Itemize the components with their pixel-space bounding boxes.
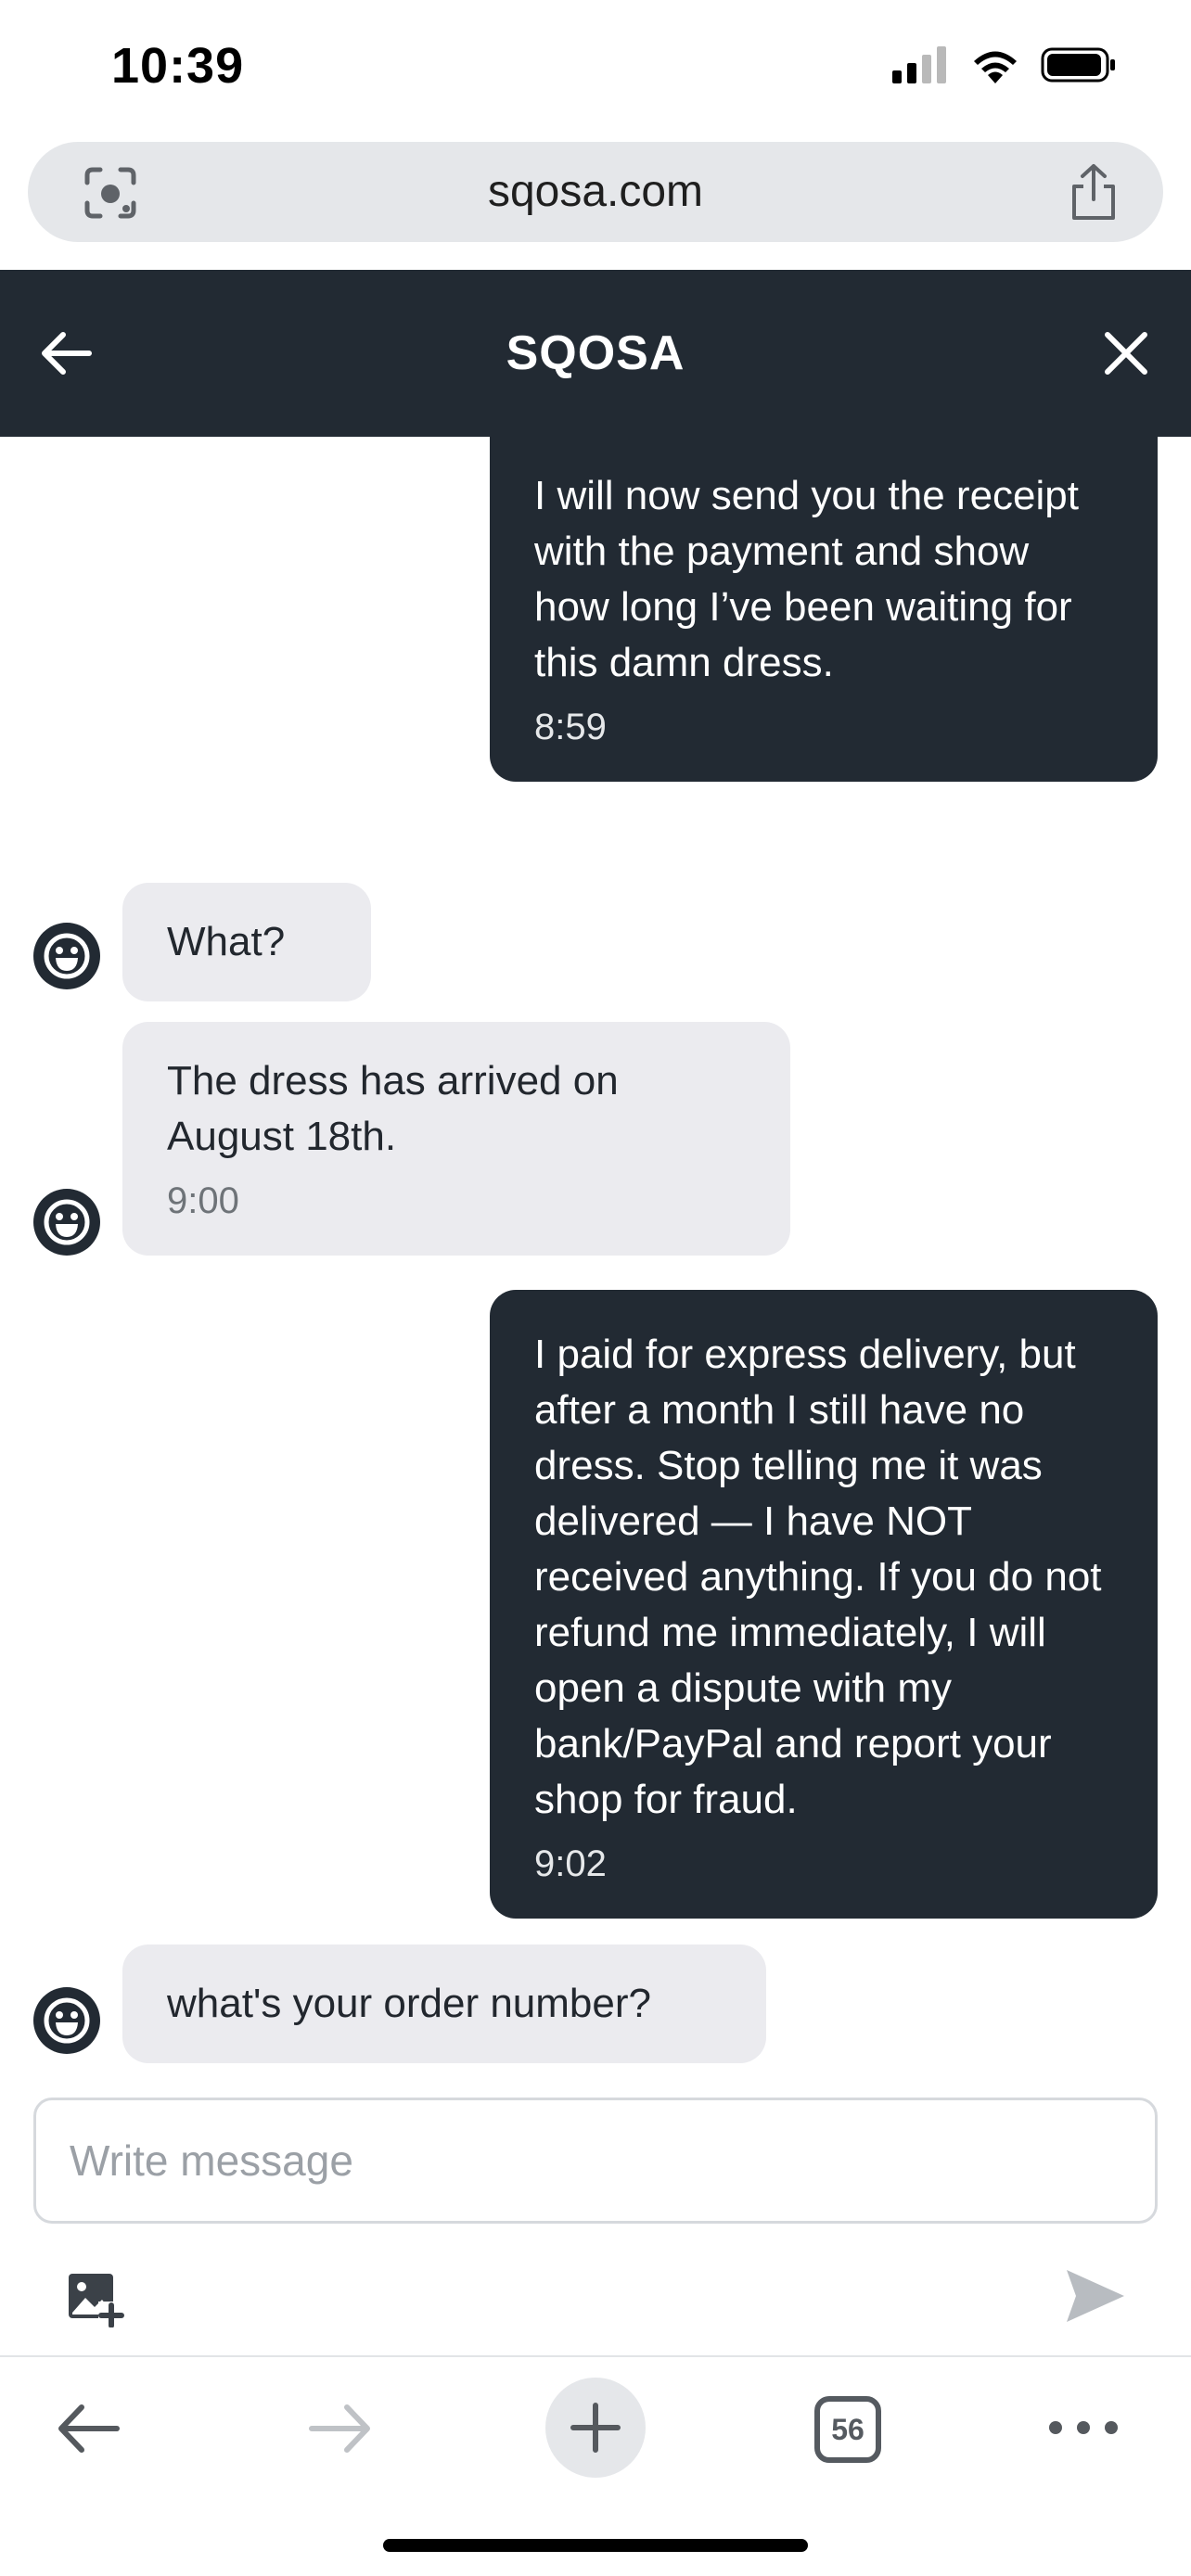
back-icon[interactable] (54, 2394, 122, 2463)
message-incoming: The dress has arrived on August 18th. 9:… (122, 1022, 790, 1256)
battery-icon (1041, 47, 1115, 83)
add-image-icon[interactable] (65, 2268, 124, 2327)
page-title: SQOSA (506, 326, 685, 380)
message-list: I will now send you the receipt with the… (0, 437, 1191, 2097)
smiley-avatar-icon (33, 1189, 100, 1256)
message-time: 9:00 (167, 1180, 239, 1221)
status-bar: 10:39 (0, 0, 1191, 139)
message-outgoing: I paid for express delivery, but after a… (490, 1290, 1158, 1919)
url-text: sqosa.com (487, 167, 704, 216)
new-tab-button[interactable] (545, 2378, 646, 2478)
wifi-icon (974, 51, 1017, 83)
smiley-avatar-icon (33, 1987, 100, 2054)
message-time: 9:02 (534, 1843, 607, 1884)
message-incoming: What? (122, 883, 371, 1001)
smiley-avatar-icon (33, 923, 100, 989)
message-composer (33, 2098, 1158, 2224)
status-icons (892, 46, 1117, 83)
message-time: 8:59 (534, 707, 607, 747)
message-incoming: what's your order number? (122, 1945, 766, 2063)
status-time: 10:39 (111, 38, 245, 94)
send-icon[interactable] (1065, 2268, 1126, 2324)
forward-icon[interactable] (306, 2394, 375, 2463)
chat-header: SQOSA (0, 270, 1191, 437)
share-icon[interactable] (1067, 162, 1121, 222)
tabs-button[interactable]: 56 (814, 2396, 881, 2463)
message-input[interactable] (70, 2100, 1108, 2221)
message-text: What? (167, 919, 286, 964)
more-icon[interactable] (1046, 2409, 1121, 2446)
home-indicator (383, 2539, 808, 2552)
message-text: The dress has arrived on August 18th. (167, 1058, 619, 1159)
message-text: I paid for express delivery, but after a… (534, 1332, 1102, 1822)
message-outgoing: I will now send you the receipt with the… (490, 437, 1158, 782)
plus-icon (570, 2403, 621, 2453)
signal-icon (892, 46, 946, 83)
address-bar[interactable]: sqosa.com (28, 142, 1163, 242)
message-text: I will now send you the receipt with the… (534, 473, 1079, 685)
close-icon[interactable] (1100, 327, 1152, 379)
message-text: what's your order number? (167, 1981, 651, 2026)
